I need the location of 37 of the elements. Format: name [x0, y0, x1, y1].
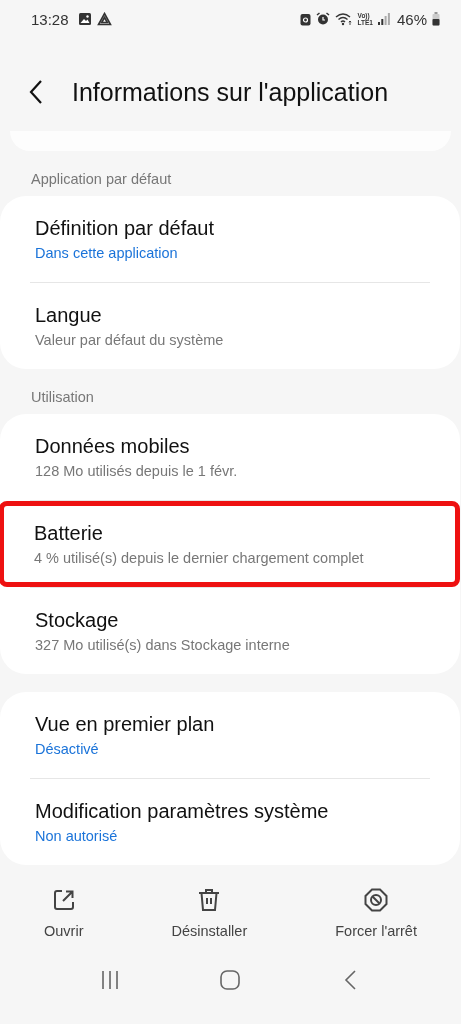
- triangle-icon: [96, 12, 112, 26]
- item-subtitle: 128 Mo utilisés depuis le 1 févr.: [35, 463, 239, 479]
- settings-item[interactable]: Batterie 4 % utilisé(s) depuis le dernier chargement complet: [0, 501, 460, 587]
- item-subtitle: Désactivé: [35, 741, 100, 757]
- settings-item[interactable]: Langue Valeur par défaut du système: [0, 283, 460, 369]
- status-time: 13:28: [31, 10, 69, 28]
- battery-icon: [432, 12, 440, 26]
- section-label: Utilisation: [30, 388, 95, 407]
- item-subtitle: 327 Mo utilisé(s) dans Stockage interne: [35, 637, 291, 653]
- item-subtitle: 4 % utilisé(s) depuis le dernier chargement complet: [34, 550, 365, 566]
- action-button[interactable]: Forcer l'arrêt: [329, 883, 423, 943]
- stop-icon: [363, 887, 390, 913]
- action-button[interactable]: Ouvrir: [38, 883, 90, 943]
- item-title: Langue: [35, 304, 103, 327]
- page-title: Informations sur l'application: [72, 77, 389, 107]
- item-title: Modification paramètres système: [35, 800, 330, 823]
- home-icon[interactable]: [219, 969, 242, 991]
- item-title: Données mobiles: [35, 435, 191, 458]
- item-title: Définition par défaut: [35, 217, 215, 240]
- battery-percentage: 46%: [396, 10, 427, 28]
- wifi-icon: [334, 12, 353, 26]
- action-button[interactable]: Désinstaller: [165, 883, 254, 943]
- item-title: Vue en premier plan: [35, 713, 216, 736]
- settings-item[interactable]: Stockage 327 Mo utilisé(s) dans Stockage interne: [0, 588, 460, 674]
- item-subtitle: Valeur par défaut du système: [35, 332, 225, 348]
- item-subtitle: Non autorisé: [35, 828, 119, 844]
- item-title: Stockage: [35, 609, 120, 632]
- alarm-icon: [315, 12, 330, 26]
- settings-item[interactable]: Données mobiles 128 Mo utilisés depuis le 1 févr.: [0, 414, 460, 500]
- settings-item[interactable]: Vue en premier plan Désactivé: [0, 692, 460, 778]
- signal-icon: [377, 12, 390, 26]
- image-icon: [77, 12, 92, 26]
- settings-item[interactable]: Définition par défaut Dans cette application: [0, 196, 460, 282]
- item-title: Batterie: [34, 522, 104, 545]
- section-label: Application par défaut: [30, 170, 173, 189]
- settings-item[interactable]: Modification paramètres système Non autorisé: [0, 779, 460, 865]
- item-subtitle: Dans cette application: [35, 245, 179, 261]
